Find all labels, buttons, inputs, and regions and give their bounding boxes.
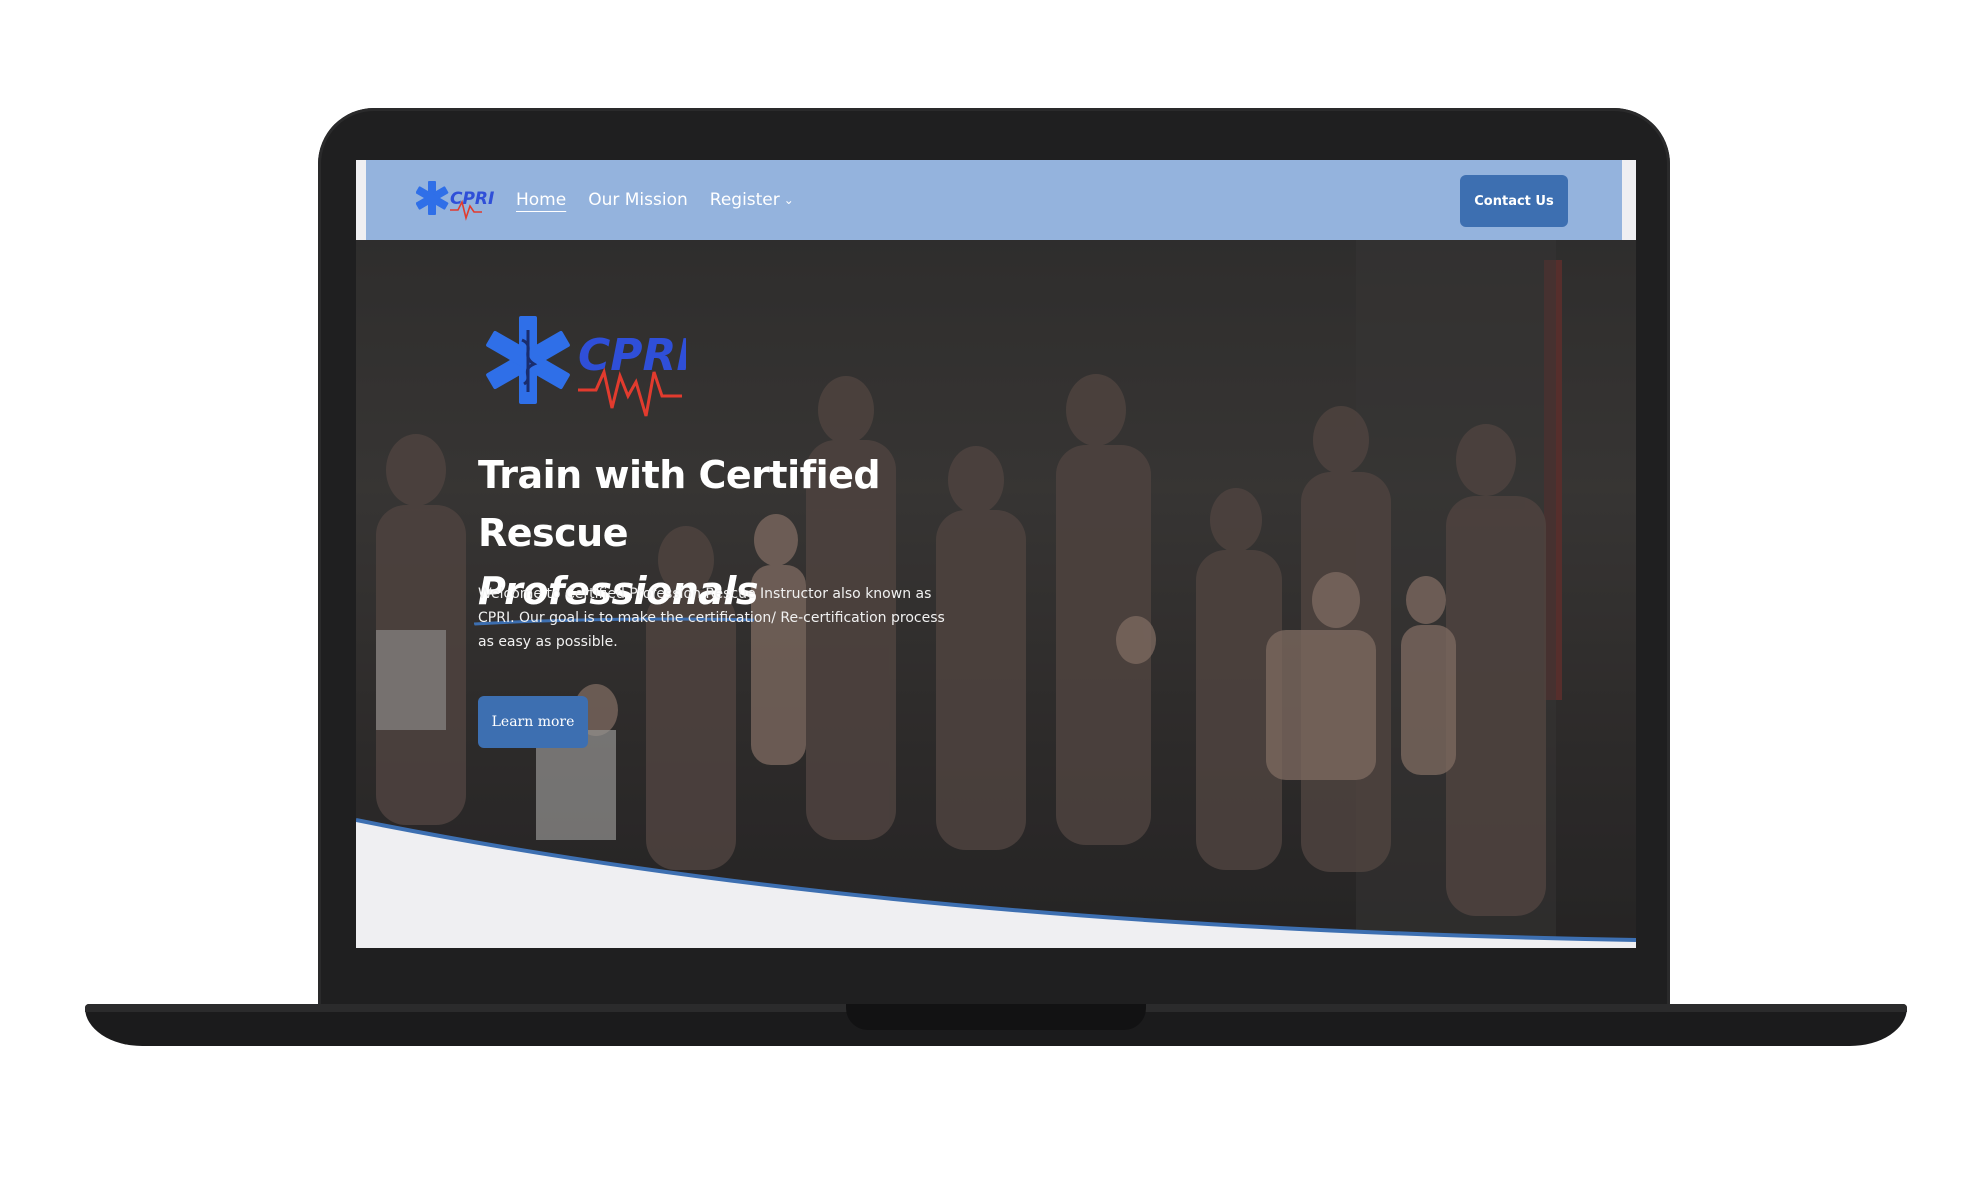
nav-link-home[interactable]: Home bbox=[516, 190, 566, 210]
laptop-hinge-notch bbox=[846, 1004, 1146, 1030]
hero-section: CPRI Train with Certified Rescue Profess… bbox=[356, 240, 1636, 948]
nav-logo[interactable]: CPRI bbox=[416, 178, 496, 222]
navbar: CPRI Home Our Mission Register ⌄ Contact … bbox=[366, 160, 1622, 240]
learn-more-button[interactable]: Learn more bbox=[478, 696, 588, 748]
hero-logo: CPRI bbox=[486, 316, 686, 417]
laptop-screen: CPRI Train with Certified Rescue Profess… bbox=[356, 160, 1636, 948]
nav-link-our-mission[interactable]: Our Mission bbox=[588, 190, 688, 210]
hero-title-line1: Train with Certified Rescue bbox=[478, 453, 881, 555]
logo-text: CPRI bbox=[578, 330, 686, 381]
contact-us-button[interactable]: Contact Us bbox=[1460, 175, 1568, 227]
hero-description: Welcome to Certified Profession Rescue I… bbox=[478, 586, 945, 650]
nav-links: Home Our Mission Register ⌄ bbox=[516, 160, 794, 240]
star-of-life-icon bbox=[416, 181, 449, 215]
nav-link-register[interactable]: Register ⌄ bbox=[710, 190, 794, 210]
nav-link-register-label: Register bbox=[709, 190, 780, 210]
star-of-life-icon bbox=[486, 316, 570, 404]
laptop-mockup-scene: CPRI Train with Certified Rescue Profess… bbox=[0, 0, 1980, 1179]
chevron-down-icon: ⌄ bbox=[783, 193, 794, 207]
nav-logo-text: CPRI bbox=[450, 189, 494, 209]
